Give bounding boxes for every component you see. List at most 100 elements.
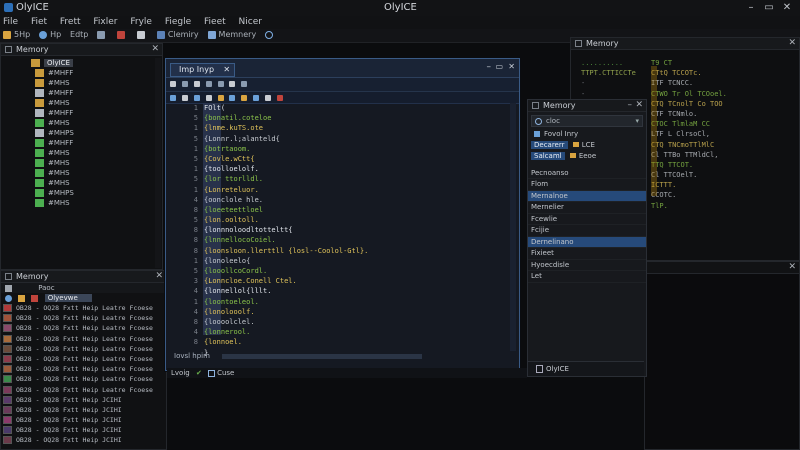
toolbar-memory2[interactable]: Memnery (207, 29, 256, 41)
property-row[interactable]: Pecnoanso (528, 168, 646, 179)
memory-row[interactable]: OB28 - OQ28 Fxtt Heip Leatre Fcoese (3, 303, 166, 313)
pin-icon[interactable]: – (628, 100, 633, 111)
cut-icon[interactable] (170, 81, 176, 87)
menu-item[interactable]: Fieet (204, 16, 226, 29)
horizontal-scrollbar[interactable] (222, 353, 423, 359)
undo-icon[interactable] (205, 81, 212, 87)
close-icon[interactable]: ✕ (508, 62, 515, 71)
tree-item[interactable]: #MHS (5, 178, 155, 188)
indent-icon[interactable] (241, 81, 248, 87)
property-row[interactable]: Fcewlie (528, 214, 646, 225)
memory-row[interactable]: OB28 - OQ28 Fxtt Heip Leatre Fcoese (3, 364, 166, 374)
memory-row[interactable]: OB28 - OQ28 Fxtt Heip JCIHI (3, 425, 166, 435)
menu-item[interactable]: File (3, 16, 18, 29)
vertical-scrollbar[interactable] (510, 103, 516, 351)
memory-row[interactable]: OB28 - OQ28 Fxtt Heip Leatre Fcoese (3, 323, 166, 333)
close-icon[interactable]: ✕ (151, 44, 159, 55)
property-row[interactable]: Fcijie (528, 225, 646, 237)
tree-item[interactable]: #MHPS (5, 128, 155, 138)
property-row[interactable]: Mernalnoe (528, 190, 646, 202)
menu-item[interactable]: Fiet (31, 16, 47, 29)
forward-icon[interactable] (181, 94, 188, 101)
property-row[interactable]: Let (528, 271, 646, 283)
property-row[interactable]: Mernelier (528, 202, 646, 214)
save-icon[interactable] (193, 94, 200, 101)
close-button[interactable]: ✕ (780, 1, 794, 14)
menu-item[interactable]: Fryle (130, 16, 152, 29)
memory-row[interactable]: OB28 - OQ28 Fxtt Heip JCIHI (3, 405, 166, 415)
tree-item[interactable]: #MHS (5, 118, 155, 128)
combo-row-2[interactable]: Salcaml Eeoe (528, 151, 646, 162)
search-icon[interactable] (241, 94, 248, 101)
code-line: {loooolclel. (204, 317, 255, 326)
dropdown-icon[interactable]: ▾ (635, 116, 639, 126)
bookmark-icon[interactable] (253, 94, 260, 101)
menu-item[interactable]: Frett (60, 16, 81, 29)
selected-row[interactable]: Olyevwe (1, 293, 166, 303)
cuse-button[interactable]: Cuse (208, 369, 234, 377)
format-icon[interactable] (229, 81, 236, 87)
toolbar-view[interactable] (137, 29, 148, 41)
tree-item[interactable]: #MHS (5, 148, 155, 158)
toolbar-search[interactable] (265, 29, 276, 41)
close-icon[interactable]: ✕ (635, 100, 643, 111)
tree-item[interactable]: #MHS (5, 168, 155, 178)
toolbar-help[interactable]: Edtp (70, 29, 88, 41)
search-input[interactable]: cloc ▾ (531, 115, 643, 127)
tree-item[interactable]: #MHFF (5, 88, 155, 98)
close-icon[interactable]: ✕ (788, 38, 796, 49)
step-icon[interactable] (265, 94, 271, 101)
debug-icon[interactable] (229, 94, 236, 101)
minimize-icon[interactable]: – (487, 62, 492, 72)
maximize-button[interactable]: ▭ (762, 1, 776, 14)
tree-item[interactable]: #MHPS (5, 188, 155, 198)
scrollbar[interactable] (155, 58, 161, 268)
combo-row-1[interactable]: Decarerr LCE (528, 140, 646, 151)
redo-icon[interactable] (217, 81, 224, 87)
tree-item[interactable]: #MHFF (5, 138, 155, 148)
filter-row[interactable]: Paoc (1, 283, 166, 293)
build-icon[interactable] (217, 94, 224, 101)
property-row[interactable]: Fixieet (528, 248, 646, 260)
back-icon[interactable] (170, 94, 176, 101)
toolbar-run[interactable]: Hp (39, 29, 61, 41)
tree-root[interactable]: OlyICE (5, 58, 155, 68)
memory-row[interactable]: OB28 - OQ28 Fxtt Heip Leatre Fcoese (3, 385, 166, 395)
property-row[interactable]: Flom (528, 179, 646, 191)
toolbar-save[interactable]: 5Hp (3, 29, 30, 41)
tree-item[interactable]: #MHFF (5, 108, 155, 118)
restore-icon[interactable]: ▭ (495, 62, 503, 71)
memory-row[interactable]: OB28 - OQ28 Fxtt Heip JCIHI (3, 395, 166, 405)
memory-row[interactable]: OB28 - OQ28 Fxtt Heip JCIHI (3, 415, 166, 425)
memory-row[interactable]: OB28 - OQ28 Fxtt Heip JCIHI (3, 435, 166, 445)
close-tab-icon[interactable]: ✕ (223, 64, 230, 76)
stop-icon[interactable] (276, 94, 283, 101)
tree-item[interactable]: #MHFF (5, 68, 155, 78)
editor-tab[interactable]: Imp Inyp ✕ (170, 63, 236, 77)
memory-row[interactable]: OB28 - OQ28 Fxtt Heip Leatre Fcoese (3, 354, 166, 364)
memory-row[interactable]: OB28 - OQ28 Fxtt Heip Leatre Fcoese (3, 313, 166, 323)
memory-row[interactable]: OB28 - OQ28 Fxtt Heip Leatre Fcoese (3, 334, 166, 344)
tree-item[interactable]: #MHS (5, 158, 155, 168)
toolbar-memory[interactable]: Clemiry (156, 29, 199, 41)
paste-icon[interactable] (193, 81, 200, 87)
property-row[interactable]: Hyoecdisle (528, 260, 646, 271)
close-icon[interactable]: ✕ (788, 262, 796, 273)
copy-icon[interactable] (181, 81, 188, 87)
toolbar-break[interactable] (117, 29, 128, 41)
memory-row[interactable]: OB28 - OQ28 Fxtt Heip Leatre Fcoese (3, 374, 166, 384)
tree-item[interactable]: #MHS (5, 98, 155, 108)
menu-item[interactable]: Fiegle (165, 16, 191, 29)
tree-item[interactable]: #MHS (5, 198, 155, 208)
minimize-button[interactable]: – (744, 1, 758, 14)
property-row[interactable]: Dernelinano (528, 236, 646, 248)
memory-row[interactable]: OB28 - OQ28 Fxtt Heip Leatre Fcoese (3, 344, 166, 354)
menu-item[interactable]: Fixler (93, 16, 117, 29)
open-icon[interactable] (205, 94, 212, 101)
toolbar-edit[interactable] (97, 29, 108, 41)
group-header[interactable]: Fovol Inry (528, 129, 646, 140)
close-icon[interactable]: ✕ (155, 271, 163, 282)
menu-item[interactable]: Nicer (239, 16, 262, 29)
tree-item[interactable]: #MHS (5, 78, 155, 88)
code-area[interactable]: FOlt( {bonatil.coteloe {lnme.kuTS.ote {L… (204, 103, 516, 357)
